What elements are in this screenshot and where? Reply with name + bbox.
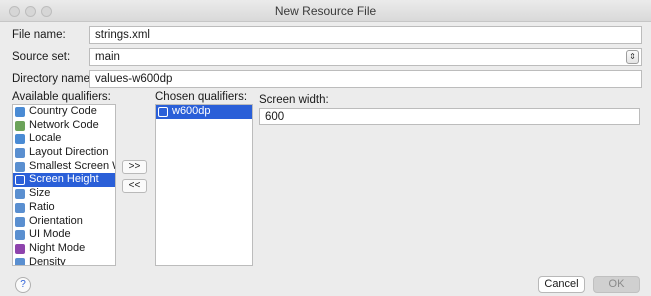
list-item-label: w600dp [172,105,211,117]
list-item-label: Orientation [29,214,83,227]
globe-icon [15,107,25,117]
remove-qualifier-button[interactable]: << [122,179,147,193]
new-resource-file-dialog: New Resource File File name: strings.xml… [0,0,651,296]
list-item[interactable]: Smallest Screen Wid [13,160,115,174]
list-item[interactable]: Size [13,187,115,201]
list-item[interactable]: Network Code [13,119,115,133]
screen-width-label: Screen width: [259,94,329,106]
list-item-label: Layout Direction [29,146,109,159]
window-title: New Resource File [274,4,377,18]
list-item-label: Smallest Screen Wid [29,159,115,172]
night-mode-icon [15,243,25,254]
smallest-screen-icon [15,161,25,172]
network-icon [15,120,25,131]
list-item[interactable]: Layout Direction [13,146,115,160]
list-item[interactable]: Night Mode [13,242,115,256]
list-item-label: Size [29,187,51,200]
layout-direction-icon [15,148,25,159]
source-set-label: Source set: [12,51,71,63]
chosen-qualifiers-list[interactable]: w600dp [155,104,253,266]
list-item[interactable]: Locale [13,132,115,146]
list-item[interactable]: Screen Height [13,173,115,188]
list-item-label: Density [29,255,66,266]
ratio-icon [15,202,25,213]
chosen-qualifiers-label: Chosen qualifiers: [155,91,248,103]
list-item[interactable]: Density [13,255,115,266]
source-set-value: main [95,51,120,63]
cancel-button[interactable]: Cancel [538,276,585,293]
available-qualifiers-label: Available qualifiers: [12,91,111,103]
list-item[interactable]: Ratio [13,201,115,215]
help-button[interactable]: ? [15,277,31,293]
size-icon [15,189,25,200]
list-item[interactable]: w600dp [156,105,252,119]
directory-name-label: Directory name: [12,73,94,85]
list-item-label: Screen Height [29,173,99,186]
ui-mode-icon [15,230,25,241]
list-item-label: Ratio [29,200,55,213]
list-item[interactable]: Orientation [13,215,115,229]
ok-button[interactable]: OK [593,276,640,293]
list-item-label: Country Code [29,105,97,117]
file-name-field[interactable]: strings.xml [89,26,642,44]
directory-name-field[interactable]: values-w600dp [89,70,642,88]
screen-height-icon [15,175,25,186]
list-item[interactable]: UI Mode [13,228,115,242]
title-bar: New Resource File [0,0,651,22]
list-item-label: Locale [29,132,62,145]
list-item[interactable]: Country Code [13,105,115,119]
screen-width-input[interactable]: 600 [259,108,640,125]
locale-globe-icon [15,134,25,145]
list-item-label: UI Mode [29,228,71,241]
orientation-icon [15,216,25,227]
source-set-select[interactable]: main ⇕ [89,48,642,66]
list-item-label: Night Mode [29,241,86,254]
file-name-label: File name: [12,29,66,41]
density-icon [15,257,25,265]
list-item-label: Network Code [29,118,99,131]
add-qualifier-button[interactable]: >> [122,160,147,174]
screen-width-icon [158,107,168,117]
available-qualifiers-list[interactable]: Country Code Network Code Locale Layout Dir… [12,104,116,266]
select-arrows-icon[interactable]: ⇕ [626,50,639,64]
